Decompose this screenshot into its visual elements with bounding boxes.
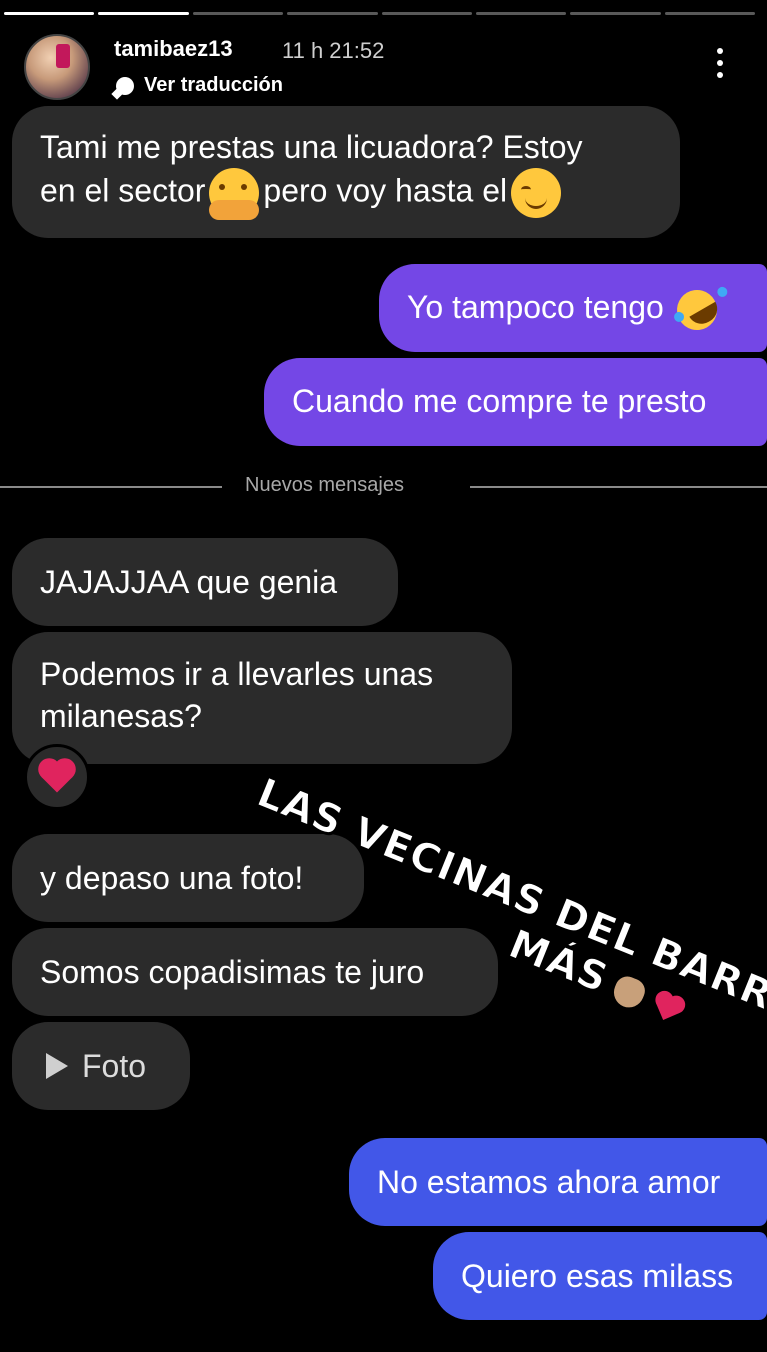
- story-progress-bar: [4, 12, 755, 15]
- divider-line: [470, 486, 767, 488]
- red-heart-icon: [41, 761, 73, 793]
- translate-button[interactable]: Ver traducción: [116, 74, 283, 97]
- message-text: milanesas?: [40, 698, 202, 734]
- divider-line: [0, 486, 222, 488]
- message-outgoing: Yo tampoco tengo: [379, 264, 767, 352]
- message-text: en el sector pero voy hasta el: [40, 168, 652, 220]
- message-text: Cuando me compre te presto: [292, 383, 707, 419]
- message-incoming: Podemos ir a llevarles unas milanesas?: [12, 632, 512, 764]
- message-text: pero voy hasta el: [263, 172, 508, 209]
- message-text: Quiero esas milass: [461, 1258, 734, 1294]
- progress-segment: [4, 12, 95, 15]
- translate-label: Ver traducción: [144, 74, 283, 96]
- new-messages-divider: Nuevos mensajes: [0, 474, 767, 500]
- progress-segment: [98, 12, 189, 15]
- message-outgoing: Quiero esas milass: [433, 1232, 767, 1320]
- post-time: 11 h 21:52: [282, 38, 385, 63]
- progress-segment: [192, 12, 284, 15]
- smiling-face-icon: [511, 168, 562, 218]
- avatar[interactable]: [24, 34, 90, 100]
- message-incoming: Tami me prestas una licuadora? Estoy en …: [12, 106, 680, 238]
- message-outgoing: Cuando me compre te presto: [264, 358, 767, 446]
- story-header: tamibaez13 11 h 21:52 Ver traducción: [24, 32, 743, 104]
- progress-segment: [475, 12, 567, 15]
- hugging-face-icon: [209, 168, 260, 220]
- red-heart-icon: [655, 996, 680, 1020]
- progress-segment: [287, 12, 378, 15]
- message-text: JAJAJJAA que genia: [40, 564, 338, 600]
- photo-message[interactable]: Foto: [12, 1022, 190, 1110]
- message-incoming: Somos copadisimas te juro: [12, 928, 498, 1016]
- message-reaction[interactable]: [24, 744, 90, 810]
- message-text: Podemos ir a llevarles unas: [40, 656, 434, 692]
- message-text: Somos copadisimas te juro: [40, 954, 425, 990]
- progress-segment: [570, 12, 661, 15]
- message-incoming: JAJAJJAA que genia: [12, 538, 398, 626]
- speech-bubble-icon: [116, 76, 134, 95]
- message-text: Yo tampoco tengo: [407, 289, 664, 325]
- photo-label: Foto: [82, 1048, 147, 1084]
- progress-segment: [381, 12, 472, 15]
- rofl-face-icon: [669, 282, 725, 337]
- message-text: en el sector: [40, 172, 206, 209]
- more-vertical-icon[interactable]: [717, 48, 723, 78]
- message-outgoing: No estamos ahora amor: [349, 1138, 767, 1226]
- play-icon: [46, 1053, 68, 1079]
- message-text: No estamos ahora amor: [377, 1164, 721, 1200]
- divider-label: Nuevos mensajes: [245, 474, 404, 496]
- message-text: Tami me prestas una licuadora? Estoy: [40, 129, 583, 165]
- clapping-hands-icon: [609, 972, 649, 1012]
- progress-segment: [664, 12, 755, 15]
- username[interactable]: tamibaez13: [114, 36, 233, 62]
